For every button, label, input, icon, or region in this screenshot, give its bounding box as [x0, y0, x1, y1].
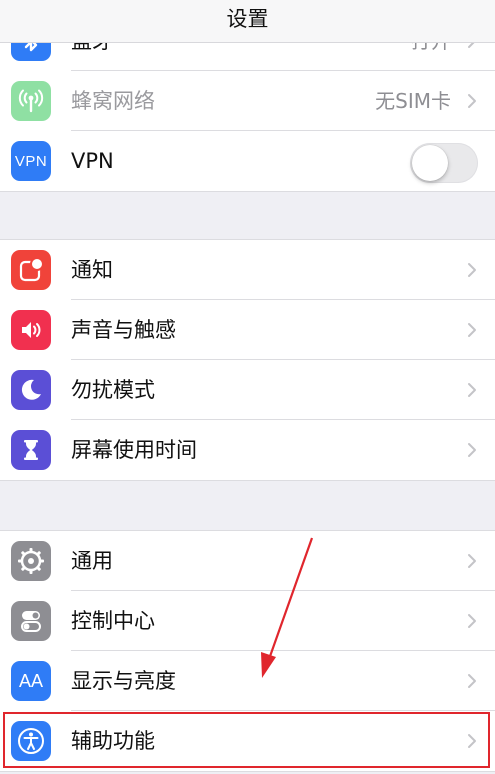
chevron-right-icon — [468, 323, 476, 337]
page-title: 设置 — [226, 7, 269, 31]
cellular-status: 无SIM卡 — [375, 89, 451, 113]
sounds-label: 声音与触感 — [71, 318, 176, 342]
chevron-right-icon — [468, 263, 476, 277]
text-size-icon-text: AA — [18, 670, 43, 691]
accessibility-icon — [11, 721, 51, 761]
display-brightness-label: 显示与亮度 — [71, 669, 176, 693]
chevron-right-icon — [468, 614, 476, 628]
toggle-knob — [412, 145, 448, 181]
vpn-icon: VPN — [11, 141, 51, 181]
cellular-label: 蜂窝网络 — [71, 89, 155, 113]
chevron-right-icon — [468, 734, 476, 748]
gear-icon — [11, 541, 51, 581]
notifications-group: 通知 声音与触感 勿扰模式 屏幕使用时间 — [0, 239, 495, 481]
notifications-row[interactable]: 通知 — [0, 240, 495, 300]
general-row[interactable]: 通用 — [0, 531, 495, 591]
control-center-row[interactable]: 控制中心 — [0, 591, 495, 651]
chevron-right-icon — [468, 443, 476, 457]
control-center-label: 控制中心 — [71, 609, 155, 633]
vpn-row: VPN VPN — [0, 131, 495, 191]
navigation-bar: 设置 — [0, 0, 495, 43]
general-label: 通用 — [71, 549, 113, 573]
display-brightness-row[interactable]: AA 显示与亮度 — [0, 651, 495, 711]
do-not-disturb-row[interactable]: 勿扰模式 — [0, 360, 495, 420]
cellular-antenna-icon — [11, 81, 51, 121]
chevron-right-icon — [468, 554, 476, 568]
vpn-icon-text: VPN — [14, 152, 48, 170]
text-size-icon: AA — [11, 661, 51, 701]
cellular-row[interactable]: 蜂窝网络 无SIM卡 — [0, 71, 495, 131]
vpn-toggle[interactable] — [410, 143, 478, 183]
do-not-disturb-label: 勿扰模式 — [71, 378, 155, 402]
toggles-icon — [11, 601, 51, 641]
screen-time-row[interactable]: 屏幕使用时间 — [0, 420, 495, 480]
chevron-right-icon — [468, 383, 476, 397]
moon-icon — [11, 370, 51, 410]
screen-time-label: 屏幕使用时间 — [71, 438, 197, 462]
speaker-icon — [11, 310, 51, 350]
general-group: 通用 控制中心 AA 显示与亮度 辅助功能 — [0, 530, 495, 772]
vpn-label: VPN — [71, 149, 114, 173]
sounds-row[interactable]: 声音与触感 — [0, 300, 495, 360]
hourglass-icon — [11, 430, 51, 470]
accessibility-label: 辅助功能 — [71, 729, 155, 753]
accessibility-row[interactable]: 辅助功能 — [0, 711, 495, 771]
settings-screen: 设置 蓝牙 打开 蜂窝网 — [0, 0, 495, 774]
notifications-label: 通知 — [71, 258, 113, 282]
chevron-right-icon — [468, 674, 476, 688]
chevron-right-icon — [468, 94, 476, 108]
notification-icon — [11, 250, 51, 290]
